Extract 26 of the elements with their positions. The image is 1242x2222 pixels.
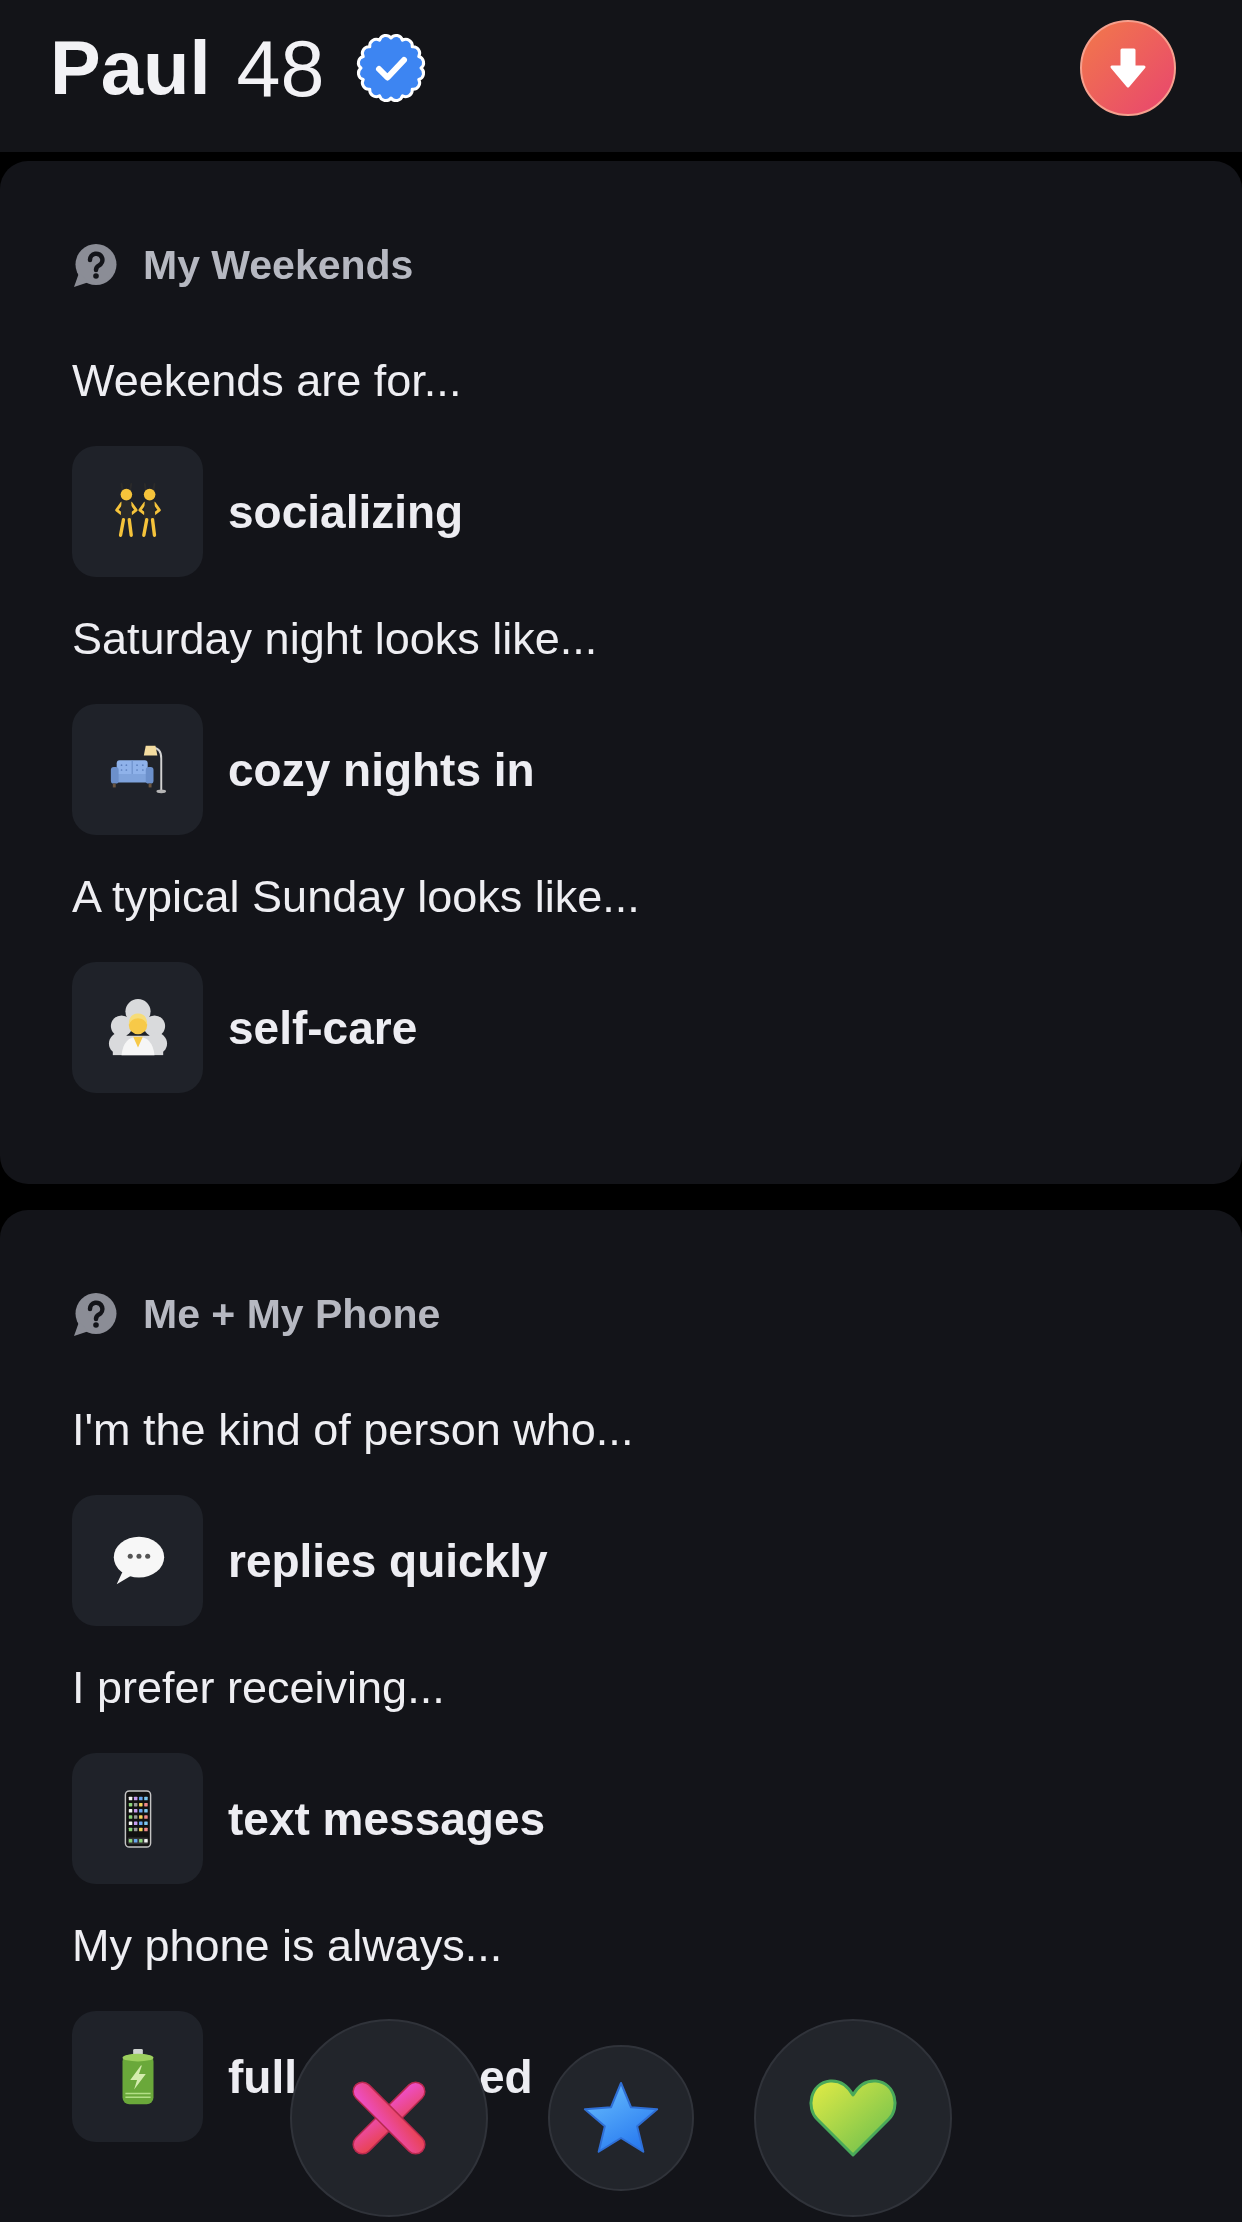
down-arrow-icon <box>1108 47 1148 89</box>
mobile-phone-icon <box>72 1753 203 1884</box>
prompt-answer: cozy nights in <box>228 742 535 797</box>
prompt-question: Saturday night looks like... <box>72 612 598 666</box>
person-in-steam-icon <box>72 962 203 1093</box>
prompt-question: I prefer receiving... <box>72 1661 445 1715</box>
speech-bubble-icon <box>72 1495 203 1626</box>
profile-age: 48 <box>236 28 325 108</box>
prompt-question: My phone is always... <box>72 1919 503 1973</box>
prompt-question: A typical Sunday looks like... <box>72 870 640 924</box>
prompt-answer: socializing <box>228 484 464 539</box>
couch-lamp-icon <box>72 704 203 835</box>
question-bubble-icon <box>72 242 117 288</box>
dancing-figures-icon <box>72 446 203 577</box>
battery-icon <box>72 2011 203 2142</box>
section-title: Me + My Phone <box>143 1290 441 1338</box>
prompt-answer: self-care <box>228 1000 418 1055</box>
prompt-answer: ed <box>479 2049 533 2104</box>
prompt-question: Weekends are for... <box>72 354 462 408</box>
prompt-answer: text messages <box>228 1791 546 1846</box>
prompt-answer: replies quickly <box>228 1533 548 1588</box>
section-title: My Weekends <box>143 241 414 289</box>
profile-name: Paul <box>50 30 211 106</box>
question-bubble-icon <box>72 1291 117 1337</box>
prompt-answer: full <box>228 2049 297 2104</box>
prompt-question: I'm the kind of person who... <box>72 1403 634 1457</box>
